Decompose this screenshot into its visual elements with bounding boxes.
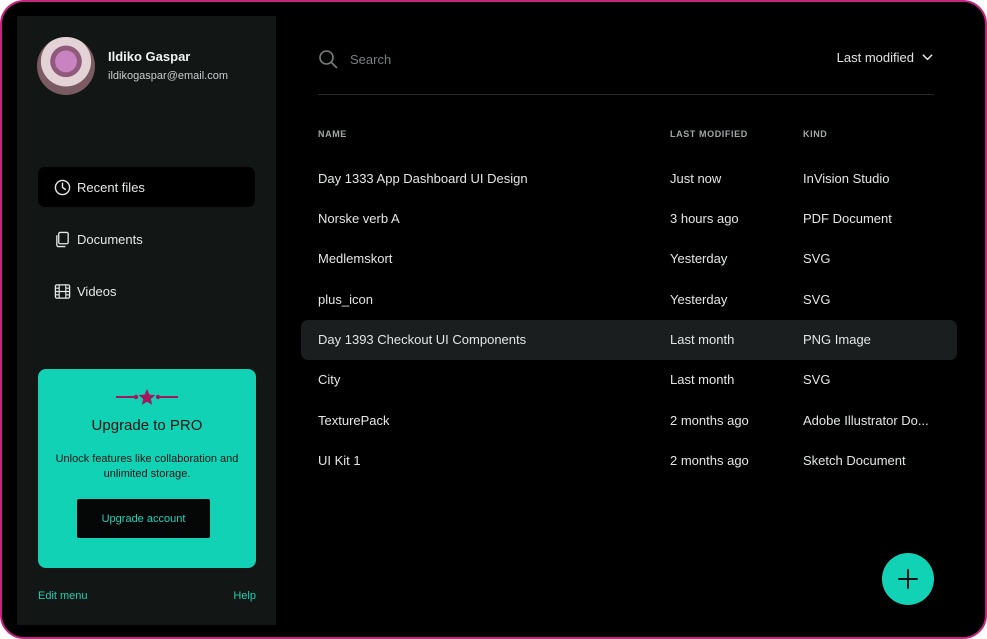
divider: [318, 94, 934, 95]
table-row[interactable]: Medlemskort Yesterday SVG: [301, 239, 957, 279]
upgrade-promo-card: Upgrade to PRO Unlock features like coll…: [38, 369, 256, 568]
edit-menu-link[interactable]: Edit menu: [38, 590, 88, 602]
documents-icon: [54, 231, 71, 248]
promo-description: Unlock features like collaboration and u…: [55, 453, 239, 480]
column-header-kind[interactable]: KIND: [803, 129, 827, 139]
file-kind: Adobe Illustrator Do...: [803, 413, 929, 428]
column-header-name[interactable]: NAME: [318, 129, 347, 139]
file-last-modified: Last month: [670, 372, 735, 387]
file-name: Day 1393 Checkout UI Components: [318, 332, 527, 347]
sort-label: Last modified: [836, 50, 914, 65]
search-input[interactable]: [348, 51, 552, 68]
app-window: Ildiko Gaspar ildikogaspar@email.com Rec…: [0, 0, 987, 639]
nav-item-label: Documents: [77, 231, 143, 247]
file-kind: PDF Document: [803, 211, 892, 226]
avatar[interactable]: [37, 37, 95, 95]
clock-icon: [54, 179, 71, 196]
help-link[interactable]: Help: [233, 590, 256, 602]
file-last-modified: 2 months ago: [670, 413, 749, 428]
file-last-modified: Just now: [670, 171, 722, 186]
promo-title: Upgrade to PRO: [91, 417, 203, 434]
nav-item-videos[interactable]: Videos: [38, 271, 255, 311]
file-name: Medlemskort: [318, 251, 393, 266]
file-name: UI Kit 1: [318, 453, 361, 468]
file-name: City: [318, 372, 341, 387]
table-row[interactable]: UI Kit 1 2 months ago Sketch Document: [301, 441, 957, 481]
file-last-modified: Yesterday: [670, 292, 728, 307]
film-icon: [54, 283, 71, 300]
search-icon: [319, 50, 338, 69]
nav-item-documents[interactable]: Documents: [38, 219, 255, 259]
nav-item-label: Recent files: [77, 179, 145, 195]
file-last-modified: Yesterday: [670, 251, 728, 266]
table-row[interactable]: Norske verb A 3 hours ago PDF Document: [301, 199, 957, 239]
star-decoration-icon: [116, 389, 178, 405]
file-kind: SVG: [803, 372, 831, 387]
sort-dropdown[interactable]: Last modified: [837, 50, 934, 65]
file-last-modified: 2 months ago: [670, 453, 749, 468]
file-kind: InVision Studio: [803, 171, 890, 186]
table-row[interactable]: TexturePack 2 months ago Adobe Illustrat…: [301, 401, 957, 441]
file-kind: SVG: [803, 251, 831, 266]
file-last-modified: Last month: [670, 332, 735, 347]
file-kind: PNG Image: [803, 332, 871, 347]
file-name: Day 1333 App Dashboard UI Design: [318, 171, 528, 186]
table-row[interactable]: City Last month SVG: [301, 360, 957, 400]
file-name: TexturePack: [318, 413, 390, 428]
table-row[interactable]: Day 1333 App Dashboard UI Design Just no…: [301, 159, 957, 199]
nav-item-label: Videos: [77, 283, 117, 299]
add-file-button[interactable]: [882, 553, 934, 605]
user-email: ildikogaspar@email.com: [108, 70, 228, 82]
table-row[interactable]: plus_icon Yesterday SVG: [301, 280, 957, 320]
file-kind: Sketch Document: [803, 453, 906, 468]
file-kind: SVG: [803, 292, 831, 307]
table-row-highlighted[interactable]: Day 1393 Checkout UI Components Last mon…: [301, 320, 957, 360]
file-name: Norske verb A: [318, 211, 400, 226]
file-last-modified: 3 hours ago: [670, 211, 739, 226]
plus-icon: [898, 569, 918, 589]
chevron-down-icon: [922, 54, 933, 61]
column-header-last-modified[interactable]: LAST MODIFIED: [670, 129, 748, 139]
file-name: plus_icon: [318, 292, 373, 307]
user-name: Ildiko Gaspar: [108, 49, 191, 64]
main-content: Last modified NAME LAST MODIFIED KIND Da…: [276, 2, 985, 637]
nav-item-recent-files[interactable]: Recent files: [38, 167, 255, 207]
upgrade-account-button[interactable]: Upgrade account: [77, 499, 210, 538]
sidebar: Ildiko Gaspar ildikogaspar@email.com Rec…: [17, 16, 276, 625]
